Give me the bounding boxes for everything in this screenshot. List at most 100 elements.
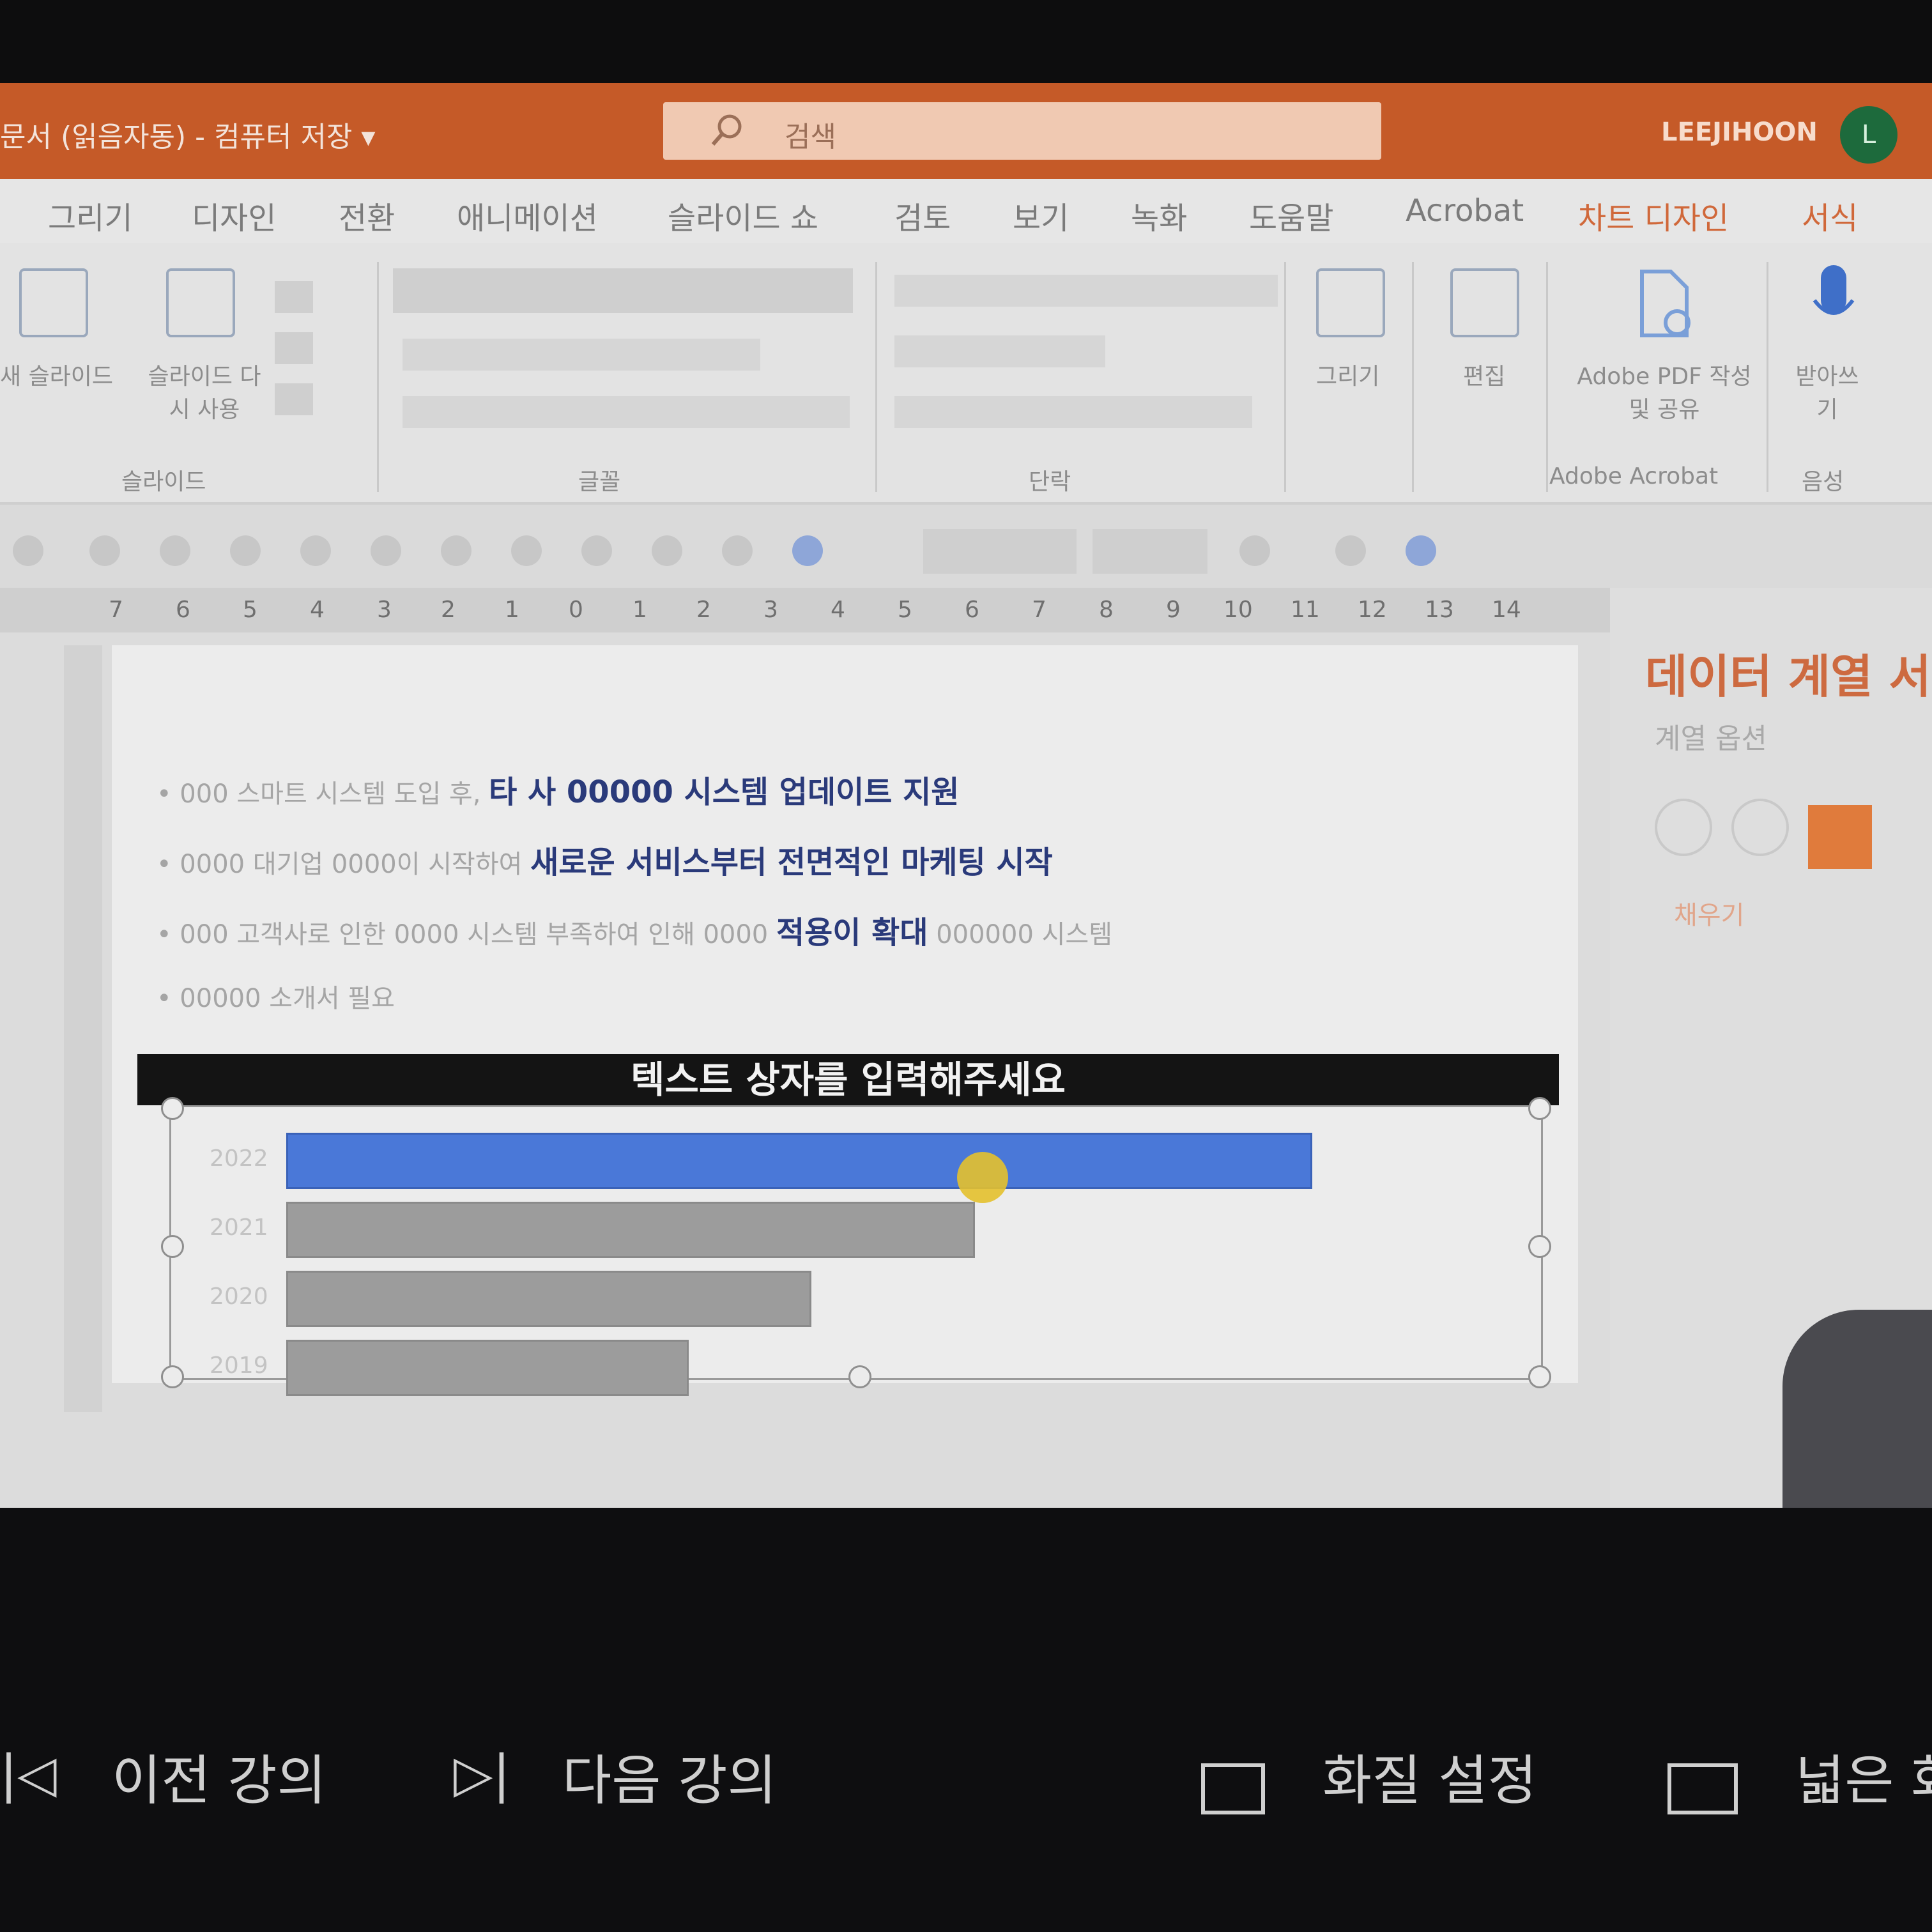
ruler-mark: 8: [1099, 597, 1114, 623]
resize-handle[interactable]: [1528, 1097, 1551, 1120]
layout-icon[interactable]: [275, 281, 313, 313]
toolbar-icon[interactable]: [160, 535, 190, 566]
quality-settings-button[interactable]: 화질 설정: [1322, 1738, 1537, 1815]
edit-icon[interactable]: [1450, 268, 1519, 337]
toolbar-icon[interactable]: [441, 535, 471, 566]
next-lecture-button[interactable]: 다음 강의: [562, 1738, 777, 1815]
list-row[interactable]: [894, 275, 1278, 307]
reuse-slide-icon[interactable]: [166, 268, 235, 337]
toolbar-icon[interactable]: [722, 535, 753, 566]
tab-transitions[interactable]: 전환: [339, 193, 395, 238]
toolbar-icon[interactable]: [230, 535, 261, 566]
toolbar-icon[interactable]: [581, 535, 612, 566]
font-name-box[interactable]: [923, 529, 1077, 574]
category-label: 2019: [210, 1353, 268, 1379]
previous-lecture-button[interactable]: 이전 강의: [112, 1738, 326, 1815]
resize-handle[interactable]: [161, 1235, 184, 1258]
tab-chart-design[interactable]: 차트 디자인: [1578, 193, 1729, 238]
toolbar-icon[interactable]: [371, 535, 401, 566]
wide-screen-icon[interactable]: [1667, 1763, 1738, 1814]
new-slide-icon[interactable]: [19, 268, 88, 337]
ruler-mark: 1: [632, 597, 647, 623]
align-row[interactable]: [894, 396, 1252, 428]
bar-2021[interactable]: [286, 1202, 975, 1258]
tab-slideshow[interactable]: 슬라이드 쇼: [668, 193, 818, 238]
toolbar-icon[interactable]: [300, 535, 331, 566]
toolbar-icon[interactable]: [652, 535, 682, 566]
fill-label[interactable]: 채우기: [1674, 894, 1744, 931]
group-paragraph-label: 단락: [1029, 469, 1071, 495]
bullet-text: • 000 스마트 시스템 도입 후,: [157, 779, 489, 809]
group-divider: [377, 262, 379, 492]
shape-fill-icon[interactable]: [792, 535, 823, 566]
user-name[interactable]: LEEJIHOON: [1661, 118, 1818, 147]
tab-format[interactable]: 서식: [1802, 193, 1858, 238]
bar-2020[interactable]: [286, 1271, 811, 1327]
font-color-icon[interactable]: [1239, 535, 1270, 566]
font-size-box[interactable]: [1092, 529, 1208, 574]
adobe-pdf-icon[interactable]: [1632, 268, 1696, 339]
crop-icon[interactable]: [1335, 535, 1366, 566]
next-icon[interactable]: ▷|: [454, 1744, 510, 1804]
toolbar-icon[interactable]: [511, 535, 542, 566]
video-player-controls: |◁ 이전 강의 ▷| 다음 강의 화질 설정 넓은 화면: [0, 1508, 1932, 1932]
indent-row[interactable]: [894, 335, 1105, 367]
new-slide-label: 새 슬라이드: [0, 364, 114, 390]
ruler-mark: 1: [505, 597, 519, 623]
category-label: 2020: [210, 1284, 268, 1310]
resize-handle[interactable]: [1528, 1365, 1551, 1388]
tab-animations[interactable]: 애니메이션: [457, 193, 598, 238]
quality-icon[interactable]: [1201, 1763, 1265, 1814]
ruler-mark: 5: [243, 597, 257, 623]
undo-icon[interactable]: [13, 535, 43, 566]
bar-2019[interactable]: [286, 1340, 689, 1396]
tab-draw[interactable]: 그리기: [48, 193, 132, 238]
tab-record[interactable]: 녹화: [1131, 193, 1187, 238]
mouse-cursor-highlight: [957, 1152, 1008, 1203]
bullet-3[interactable]: • 000 고객사로 인한 0000 시스템 부족하여 인해 0000 적용이 …: [157, 907, 1112, 952]
bullet-4[interactable]: • 00000 소개서 필요: [157, 977, 395, 1015]
bar-2022[interactable]: [286, 1133, 1312, 1189]
avatar[interactable]: L: [1840, 106, 1897, 164]
tab-help[interactable]: 도움말: [1249, 193, 1333, 238]
bullet-2[interactable]: • 0000 대기업 0000이 시작하여 새로운 서비스부터 전면적인 마케팅…: [157, 837, 1053, 882]
draw-icon[interactable]: [1316, 268, 1385, 337]
resize-handle[interactable]: [848, 1365, 871, 1388]
ruler-mark: 2: [441, 597, 456, 623]
bullet-1[interactable]: • 000 스마트 시스템 도입 후, 타 사 00000 시스템 업데이트 지…: [157, 767, 959, 811]
resize-handle[interactable]: [1528, 1235, 1551, 1258]
tab-acrobat[interactable]: Acrobat: [1406, 193, 1524, 229]
ruler-mark: 14: [1492, 597, 1521, 623]
group-divider: [1412, 262, 1414, 492]
vertical-ruler: [64, 645, 102, 1412]
text-box-banner[interactable]: 텍스트 상자를 입력해주세요: [137, 1054, 1559, 1105]
tab-view[interactable]: 보기: [1013, 193, 1069, 238]
font-selector[interactable]: [393, 268, 853, 313]
previous-icon[interactable]: |◁: [0, 1744, 56, 1804]
adobe-pdf-label: Adobe PDF 작성 및 공유: [1577, 364, 1752, 423]
font-color-row[interactable]: [402, 396, 850, 428]
tab-design[interactable]: 디자인: [192, 193, 276, 238]
effects-icon[interactable]: [1731, 799, 1789, 856]
font-format-row[interactable]: [402, 339, 760, 371]
ruler-mark: 0: [569, 597, 583, 623]
search-box[interactable]: 검색: [663, 102, 1381, 160]
wide-screen-button[interactable]: 넓은 화면: [1795, 1738, 1932, 1815]
document-title[interactable]: 문서 (읽음자동) - 컴퓨터 저장 ▾: [0, 114, 376, 155]
microphone-icon[interactable]: [1808, 262, 1859, 339]
series-options-icon[interactable]: [1808, 805, 1872, 869]
bullet-text: • 00000 소개서 필요: [157, 984, 395, 1013]
picture-icon[interactable]: [1406, 535, 1436, 566]
section-icon[interactable]: [275, 383, 313, 415]
reset-icon[interactable]: [275, 332, 313, 364]
slide-canvas[interactable]: • 000 스마트 시스템 도입 후, 타 사 00000 시스템 업데이트 지…: [112, 645, 1578, 1396]
screen: 문서 (읽음자동) - 컴퓨터 저장 ▾ 검색 LEEJIHOON L 그리기 …: [0, 83, 1932, 1578]
toolbar-icon[interactable]: [89, 535, 120, 566]
horizontal-ruler: 7 6 5 4 3 2 1 0 1 2 3 4 5 6 7 8 9 10 11 …: [0, 588, 1610, 632]
fill-line-icon[interactable]: [1655, 799, 1712, 856]
tab-review[interactable]: 검토: [894, 193, 951, 238]
bar-chart[interactable]: 2022 2021 2020 2019: [161, 1097, 1551, 1396]
series-options-dropdown[interactable]: 계열 옵션: [1655, 716, 1767, 756]
resize-handle[interactable]: [161, 1097, 184, 1120]
resize-handle[interactable]: [161, 1365, 184, 1388]
